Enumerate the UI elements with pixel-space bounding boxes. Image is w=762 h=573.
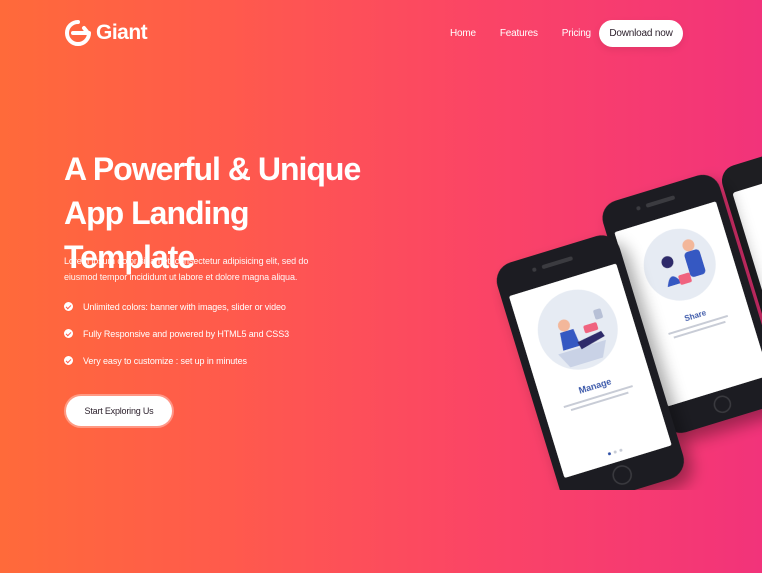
- feature-list: Unlimited colors: banner with images, sl…: [64, 300, 289, 381]
- phone-mockups-illustration: Share Manage: [496, 150, 762, 490]
- brand-logo[interactable]: Giant: [64, 19, 148, 47]
- start-exploring-button[interactable]: Start Exploring Us: [66, 396, 172, 426]
- brand-name: Giant: [96, 21, 148, 44]
- main-nav: Home Features Pricing: [440, 20, 615, 47]
- hero-title-line-1: A Powerful & Unique: [64, 151, 361, 187]
- check-circle-icon: [64, 356, 73, 365]
- nav-link-features[interactable]: Features: [500, 28, 538, 39]
- feature-text: Fully Responsive and powered by HTML5 an…: [83, 328, 290, 339]
- feature-item: Very easy to customize : set up in minut…: [64, 354, 289, 367]
- check-circle-icon: [64, 302, 73, 311]
- nav-link-pricing[interactable]: Pricing: [562, 28, 591, 39]
- nav-link-home[interactable]: Home: [450, 28, 476, 39]
- check-circle-icon: [64, 329, 73, 338]
- feature-item: Fully Responsive and powered by HTML5 an…: [64, 327, 289, 340]
- hero-description: Lorem ipsum dolor sit amet, consectetur …: [64, 256, 309, 282]
- feature-item: Unlimited colors: banner with images, sl…: [64, 300, 289, 313]
- feature-text: Very easy to customize : set up in minut…: [83, 355, 247, 366]
- logo-icon: [65, 20, 91, 46]
- download-now-button[interactable]: Download now: [599, 20, 683, 47]
- feature-text: Unlimited colors: banner with images, sl…: [83, 301, 286, 312]
